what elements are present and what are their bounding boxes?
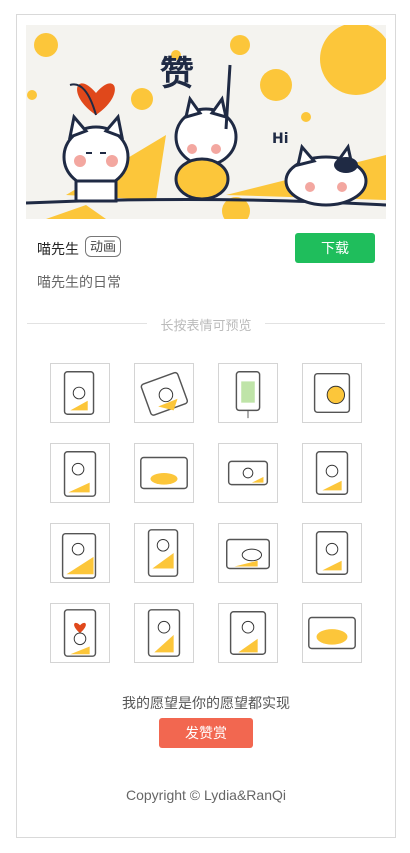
sticker-thumbnail[interactable]	[134, 443, 194, 503]
sticker-thumbnail[interactable]	[134, 603, 194, 663]
pack-title: 喵先生	[37, 241, 79, 257]
sticker-thumbnail[interactable]	[218, 363, 278, 423]
hi-text: Hi	[272, 131, 289, 147]
sticker-thumbnail[interactable]	[50, 363, 110, 423]
sticker-thumbnail[interactable]	[50, 603, 110, 663]
pack-description: 喵先生的日常	[37, 274, 121, 290]
download-button[interactable]: 下载	[295, 233, 375, 263]
preview-divider: 长按表情可预览	[27, 315, 385, 333]
sticker-thumbnail[interactable]	[50, 443, 110, 503]
animated-badge: 动画	[85, 236, 122, 257]
sticker-grid	[50, 363, 364, 665]
sticker-detail-card: 赞 Hi 喵先生 动画 下载 喵先生的日常 长按表情可预览 我的愿望是你的愿望都…	[16, 14, 396, 838]
sticker-thumbnail[interactable]	[134, 363, 194, 423]
sticker-thumbnail[interactable]	[50, 523, 110, 583]
sticker-thumbnail[interactable]	[302, 523, 362, 583]
sticker-thumbnail[interactable]	[302, 363, 362, 423]
banner-image: 赞 Hi	[26, 25, 386, 219]
sticker-thumbnail[interactable]	[302, 603, 362, 663]
copyright-text: Copyright © Lydia&RanQi	[126, 787, 286, 803]
sticker-thumbnail[interactable]	[218, 523, 278, 583]
praise-text: 赞	[160, 54, 194, 94]
reward-wish-text: 我的愿望是你的愿望都实现	[122, 695, 290, 711]
divider-line-right	[265, 323, 385, 324]
reward-button[interactable]: 发赞赏	[159, 718, 253, 748]
preview-hint: 长按表情可预览	[160, 318, 252, 333]
sticker-thumbnail[interactable]	[218, 443, 278, 503]
sticker-thumbnail[interactable]	[134, 523, 194, 583]
sticker-thumbnail[interactable]	[218, 603, 278, 663]
pack-header: 喵先生 动画 下载	[37, 233, 375, 263]
sticker-thumbnail[interactable]	[302, 443, 362, 503]
